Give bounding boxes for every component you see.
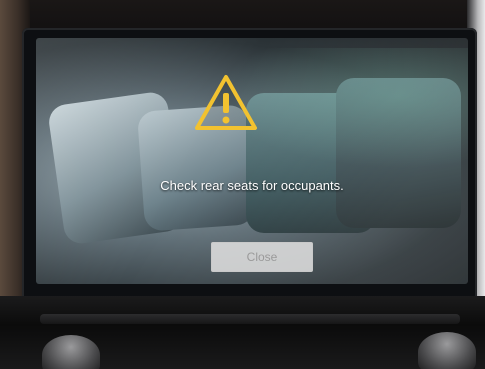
close-button[interactable]: Close [211, 242, 313, 272]
alert-message: Check rear seats for occupants. [160, 178, 344, 193]
left-control-knob[interactable] [42, 335, 100, 369]
console-trim-strip [40, 314, 460, 324]
car-dashboard-photo: Check rear seats for occupants. Close [0, 0, 485, 369]
warning-triangle-icon [195, 75, 257, 130]
right-control-knob[interactable] [418, 332, 476, 369]
